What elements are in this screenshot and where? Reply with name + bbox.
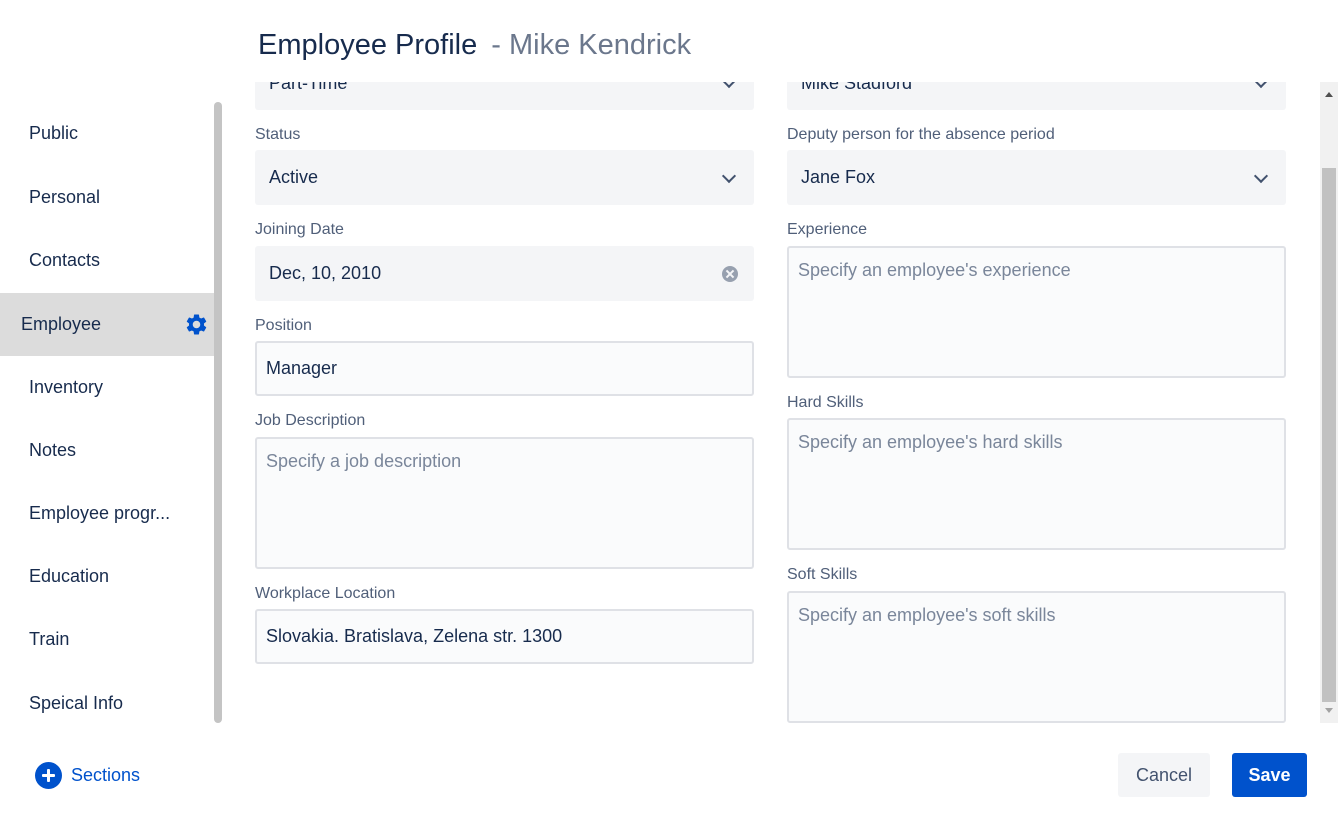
plus-circle-icon <box>35 761 62 789</box>
page-title-employee-name: - Mike Kendrick <box>491 29 692 61</box>
manager-value: Mike Stadford <box>801 82 913 93</box>
hard-skills-label: Hard Skills <box>787 394 864 411</box>
workplace-location-value: Slovakia. Bratislava, Zelena str. 1300 <box>266 626 563 646</box>
sidebar-item-label: Education <box>29 565 110 586</box>
sidebar-item-public[interactable]: Public <box>0 102 214 164</box>
sections-label: Sections <box>71 764 141 785</box>
sidebar-item-notes[interactable]: Notes <box>0 419 214 481</box>
job-description-textarea[interactable]: Specify a job description <box>255 437 754 569</box>
workplace-location-input[interactable]: Slovakia. Bratislava, Zelena str. 1300 <box>255 609 754 664</box>
soft-skills-textarea[interactable]: Specify an employee's soft skills <box>787 591 1286 723</box>
deputy-value: Jane Fox <box>801 167 876 187</box>
soft-skills-placeholder: Specify an employee's soft skills <box>798 605 1056 625</box>
status-select[interactable]: Active <box>255 150 754 205</box>
joining-date-field[interactable]: Dec, 10, 2010 <box>255 246 754 301</box>
sidebar-item-employee-progress[interactable]: Employee progr... <box>0 482 214 544</box>
cancel-button[interactable]: Cancel <box>1118 753 1210 797</box>
sidebar-item-employee[interactable]: Employee <box>0 293 214 356</box>
page-title: Employee Profile - Mike Kendrick <box>258 26 691 64</box>
chevron-down-icon <box>1253 168 1269 183</box>
gear-icon[interactable] <box>184 312 209 337</box>
sidebar-item-label: Notes <box>29 439 77 460</box>
sidebar-item-special-info[interactable]: Speical Info <box>0 672 214 734</box>
experience-textarea[interactable]: Specify an employee's experience <box>787 246 1286 378</box>
clear-icon[interactable] <box>722 265 738 282</box>
add-sections-button[interactable]: Sections <box>35 761 140 789</box>
sidebar-item-contacts[interactable]: Contacts <box>0 229 214 291</box>
employment-type-select[interactable]: Part-Time <box>255 82 754 110</box>
scrollbar-thumb[interactable] <box>1322 168 1336 702</box>
chevron-down-icon <box>721 82 737 89</box>
sidebar-item-label: Employee progr... <box>29 502 171 523</box>
sidebar-item-label: Employee <box>21 314 102 334</box>
joining-date-value: Dec, 10, 2010 <box>269 263 382 283</box>
status-value: Active <box>269 167 319 187</box>
scroll-up-arrow-icon[interactable] <box>1325 92 1333 97</box>
experience-label: Experience <box>787 221 868 238</box>
deputy-label: Deputy person for the absence period <box>787 126 1055 143</box>
employment-type-value: Part-Time <box>269 82 348 93</box>
sidebar-item-personal[interactable]: Personal <box>0 166 214 228</box>
experience-placeholder: Specify an employee's experience <box>798 260 1071 280</box>
employee-form: Part-Time Mike Stadford Status Active Jo… <box>222 82 1320 723</box>
position-label: Position <box>255 317 312 334</box>
sidebar-item-education[interactable]: Education <box>0 545 214 607</box>
page-title-main: Employee Profile <box>258 29 478 61</box>
content-scrollbar[interactable] <box>1320 82 1338 723</box>
job-description-placeholder: Specify a job description <box>266 451 462 471</box>
manager-select[interactable]: Mike Stadford <box>787 82 1286 110</box>
save-button[interactable]: Save <box>1232 753 1307 797</box>
status-label: Status <box>255 126 301 143</box>
sidebar-item-inventory[interactable]: Inventory <box>0 356 214 418</box>
chevron-down-icon <box>1253 82 1269 89</box>
sidebar-item-label: Train <box>29 628 70 649</box>
sidebar: Public Personal Contacts Employee Invent… <box>0 102 214 723</box>
sidebar-item-label: Public <box>29 122 79 143</box>
soft-skills-label: Soft Skills <box>787 566 858 583</box>
scroll-down-arrow-icon[interactable] <box>1325 708 1333 713</box>
hard-skills-textarea[interactable]: Specify an employee's hard skills <box>787 418 1286 550</box>
sidebar-item-label: Personal <box>29 186 101 207</box>
sidebar-item-label: Contacts <box>29 249 101 270</box>
sidebar-scrollbar[interactable] <box>214 102 222 723</box>
hard-skills-placeholder: Specify an employee's hard skills <box>798 432 1063 452</box>
sidebar-item-train[interactable]: Train <box>0 608 214 670</box>
chevron-down-icon <box>721 168 737 183</box>
deputy-select[interactable]: Jane Fox <box>787 150 1286 205</box>
job-description-label: Job Description <box>255 412 366 429</box>
sidebar-item-label: Inventory <box>29 376 104 397</box>
position-value: Manager <box>266 358 338 378</box>
position-input[interactable]: Manager <box>255 341 754 396</box>
joining-date-label: Joining Date <box>255 221 344 238</box>
sidebar-item-label: Speical Info <box>29 692 124 713</box>
workplace-location-label: Workplace Location <box>255 585 396 602</box>
